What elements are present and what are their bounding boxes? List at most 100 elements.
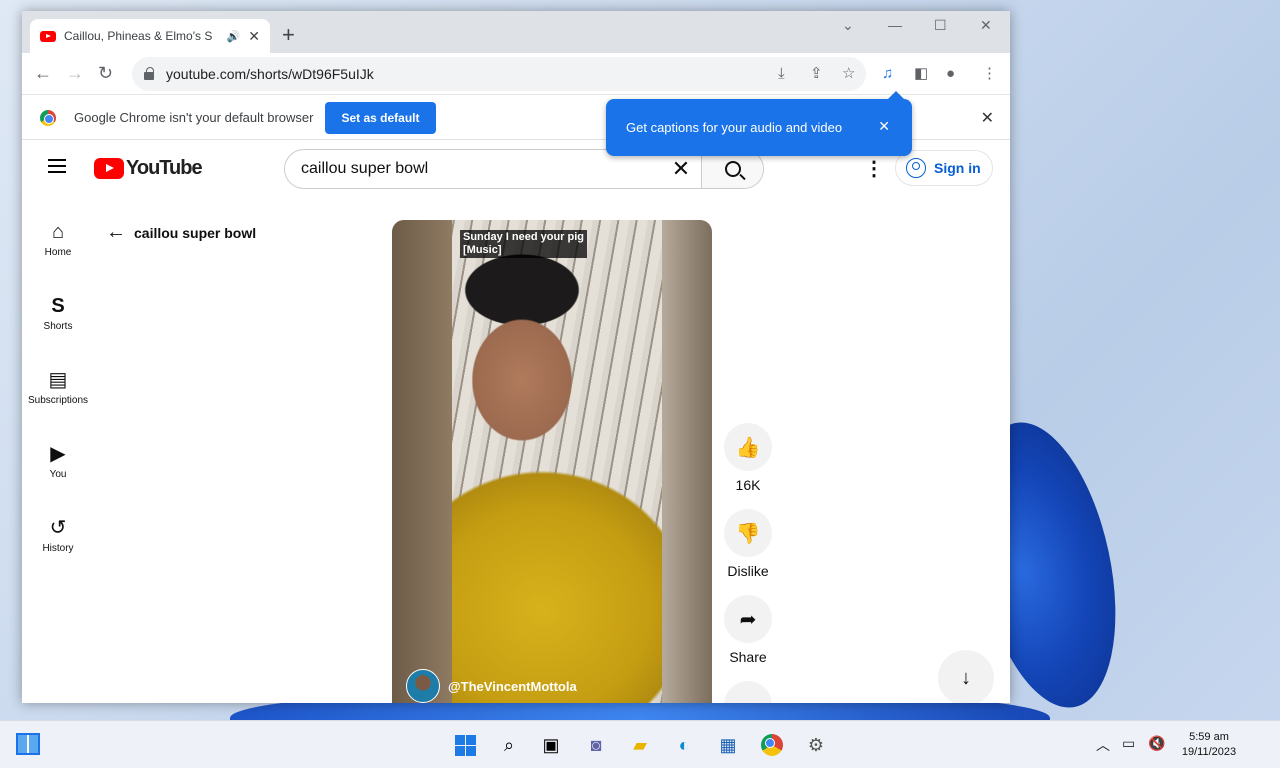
next-short-button[interactable]: ↓: [938, 650, 994, 703]
guide-item-history[interactable]: ↺ History: [22, 509, 94, 583]
start-button[interactable]: [451, 731, 479, 759]
video-caption: Sunday I need your pig [Music]: [460, 230, 588, 258]
system-clock[interactable]: 5:59 am 19/11/2023: [1176, 730, 1242, 760]
channel-info[interactable]: @TheVincentMottola: [406, 669, 577, 703]
lock-icon: [144, 67, 154, 80]
url-text: youtube.com/shorts/wDt96F5uIJk: [166, 66, 374, 82]
video-frame-shade: [392, 220, 452, 703]
network-icon[interactable]: ▭: [1122, 735, 1135, 752]
thumbs-down-icon[interactable]: 👎: [724, 509, 772, 557]
more-dots-icon[interactable]: ⋯: [724, 681, 772, 703]
guide-label: You: [49, 469, 67, 480]
guide-item-subscriptions[interactable]: ▤ Subscriptions: [22, 361, 94, 435]
live-caption-bubble: Get captions for your audio and video ✕: [606, 91, 912, 156]
infobar-close-icon[interactable]: ✕: [981, 108, 994, 128]
account-icon: [906, 158, 926, 178]
bookmark-star-icon[interactable]: ☆: [842, 65, 855, 83]
clock-time: 5:59 am: [1189, 731, 1229, 743]
widgets-icon[interactable]: [16, 733, 40, 755]
history-icon: ↺: [49, 517, 67, 539]
media-controls-icon[interactable]: ♫: [882, 65, 893, 83]
guide-item-you[interactable]: ▶ You: [22, 435, 94, 509]
shorts-icon: S: [51, 295, 65, 317]
thumbs-up-icon[interactable]: 👍: [724, 423, 772, 471]
back-arrow-icon: ←: [106, 221, 126, 243]
home-icon: ⌂: [51, 221, 65, 243]
edge-icon[interactable]: ◐: [670, 731, 698, 759]
guide-label: Home: [44, 247, 72, 258]
new-tab-button[interactable]: +: [282, 23, 295, 47]
profile-icon[interactable]: ●: [946, 65, 955, 83]
youtube-logo[interactable]: YouTube: [94, 157, 203, 180]
arrow-down-icon: ↓: [961, 666, 971, 689]
show-hidden-icons-icon[interactable]: ︿: [1096, 735, 1110, 755]
like-action[interactable]: 👍 16K: [722, 423, 774, 493]
share-arrow-icon[interactable]: ➦: [724, 595, 772, 643]
search-input[interactable]: caillou super bowl: [285, 160, 661, 178]
chrome-logo-icon: [40, 109, 56, 126]
guide-sidebar: ⌂ Home S Shorts ▤ Subscriptions ▶ You ↺ …: [22, 213, 94, 583]
subscriptions-icon: ▤: [48, 369, 68, 391]
more-action[interactable]: ⋯: [722, 681, 774, 703]
task-view-icon[interactable]: ▣: [537, 731, 565, 759]
maximize-button[interactable]: ☐: [934, 17, 947, 34]
settings-kebab-icon[interactable]: ⋮: [864, 157, 884, 181]
clock-date: 19/11/2023: [1181, 746, 1237, 758]
channel-avatar[interactable]: [406, 669, 440, 703]
search-icon: [724, 161, 741, 177]
sign-in-button[interactable]: Sign in: [895, 150, 993, 186]
guide-label: History: [42, 543, 74, 554]
file-explorer-icon[interactable]: ▰: [626, 731, 654, 759]
caption-bubble-close-icon[interactable]: ✕: [878, 118, 890, 135]
dislike-label: Dislike: [727, 563, 769, 579]
install-app-icon[interactable]: ⤓: [778, 65, 785, 83]
back-to-search[interactable]: ← caillou super bowl: [106, 221, 256, 244]
speaker-icon[interactable]: 🔊: [227, 30, 241, 43]
back-title: caillou super bowl: [134, 224, 257, 241]
forward-arrow-icon[interactable]: →: [66, 63, 84, 83]
tab-strip: Caillou, Phineas & Elmo's S 🔊 ✕ + ⌄ — ☐ …: [22, 11, 1010, 53]
youtube-wordmark: YouTube: [126, 157, 203, 179]
chat-icon[interactable]: ◙: [582, 731, 610, 759]
store-icon[interactable]: ▦: [714, 731, 742, 759]
chrome-taskbar-icon[interactable]: [758, 731, 786, 759]
like-count: 16K: [735, 477, 761, 493]
address-bar[interactable]: youtube.com/shorts/wDt96F5uIJk: [132, 57, 866, 91]
video-frame-shade: [662, 220, 712, 703]
side-panel-icon[interactable]: ◧: [914, 65, 928, 83]
windows-logo-icon: [454, 734, 476, 756]
minimize-button[interactable]: —: [888, 17, 902, 33]
browser-tab[interactable]: Caillou, Phineas & Elmo's S 🔊 ✕: [30, 19, 270, 53]
reload-icon[interactable]: ↻: [98, 63, 113, 83]
chrome-menu-icon[interactable]: ⋮: [982, 65, 997, 83]
chrome-logo-icon: [761, 734, 783, 756]
close-window-button[interactable]: ✕: [980, 17, 992, 34]
back-arrow-icon[interactable]: ←: [34, 63, 52, 83]
share-label: Share: [729, 649, 767, 665]
share-action[interactable]: ➦ Share: [722, 595, 774, 665]
tab-search-icon[interactable]: ⌄: [842, 17, 854, 34]
volume-muted-icon[interactable]: 🔇: [1148, 735, 1165, 752]
browser-window: Caillou, Phineas & Elmo's S 🔊 ✕ + ⌄ — ☐ …: [22, 11, 1010, 703]
you-icon: ▶: [50, 443, 66, 465]
youtube-play-icon: [94, 158, 124, 179]
sign-in-label: Sign in: [934, 160, 981, 176]
clear-search-icon[interactable]: ✕: [661, 156, 701, 182]
share-page-icon[interactable]: ⇪: [810, 65, 823, 83]
set-default-button[interactable]: Set as default: [325, 101, 436, 134]
search-icon[interactable]: ⌕: [495, 731, 523, 759]
tab-title: Caillou, Phineas & Elmo's S: [64, 29, 213, 43]
tab-close-icon[interactable]: ✕: [248, 28, 260, 45]
short-actions: 👍 16K 👎 Dislike ➦ Share ⋯: [722, 423, 774, 703]
hamburger-menu-icon[interactable]: [48, 159, 66, 177]
guide-item-home[interactable]: ⌂ Home: [22, 213, 94, 287]
guide-item-shorts[interactable]: S Shorts: [22, 287, 94, 361]
settings-gear-icon[interactable]: ⚙: [802, 731, 830, 759]
taskbar: ⌕ ▣ ◙ ▰ ◐ ▦ ⚙ ︿ ▭ 🔇 5:59 am 19/11/2023: [0, 720, 1280, 768]
caption-line: Sunday I need your pig: [463, 231, 585, 243]
short-video-player[interactable]: Sunday I need your pig [Music] @TheVince…: [392, 220, 712, 703]
channel-handle[interactable]: @TheVincentMottola: [448, 679, 577, 694]
dislike-action[interactable]: 👎 Dislike: [722, 509, 774, 579]
caption-line: [Music]: [463, 244, 502, 256]
youtube-page: YouTube caillou super bowl ✕ ⋮ Sign in ⌂…: [22, 141, 1010, 703]
